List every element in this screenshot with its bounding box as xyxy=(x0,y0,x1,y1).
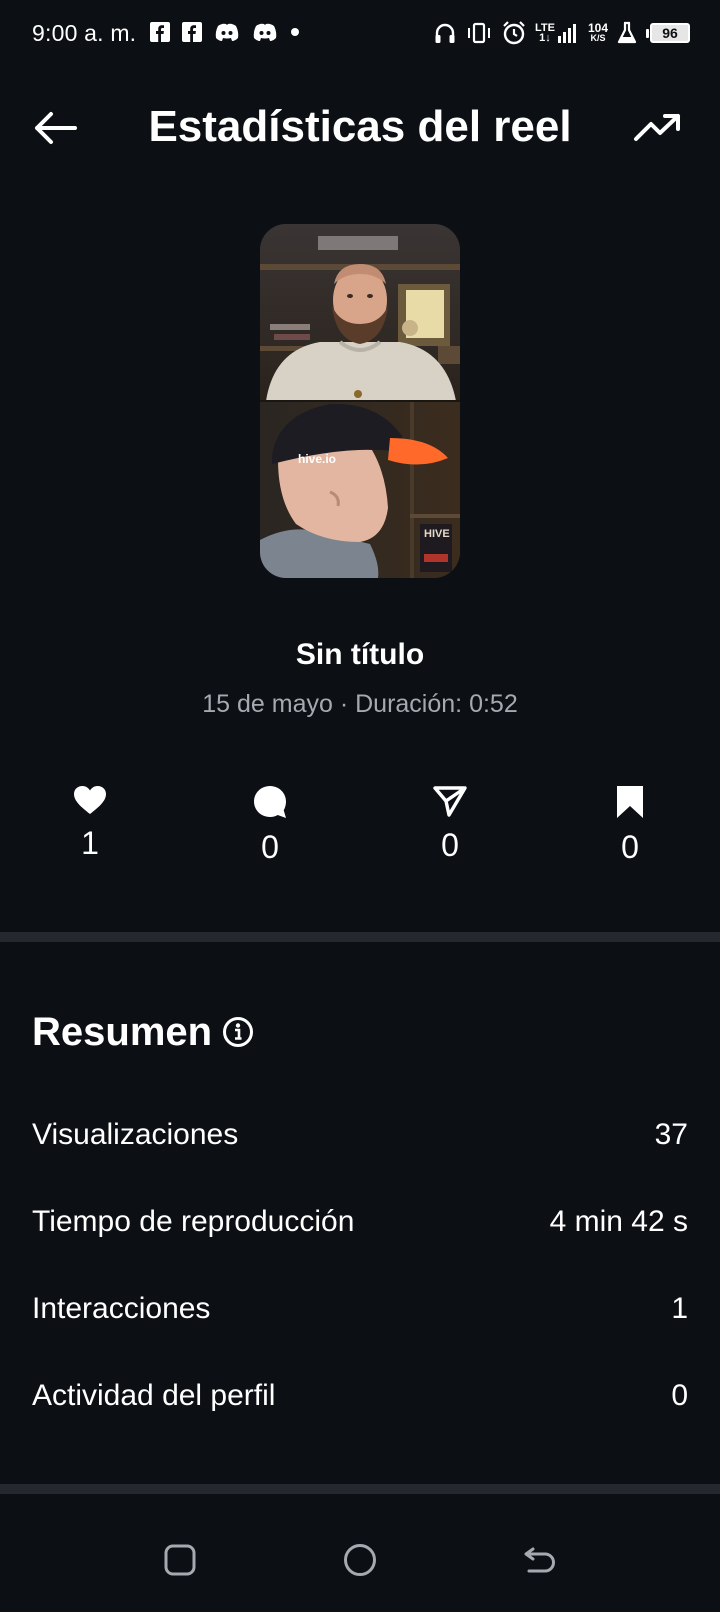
likes-count: 1 xyxy=(81,825,99,861)
section-divider xyxy=(0,1484,720,1494)
saves-metric[interactable]: 0 xyxy=(570,785,690,866)
summary-row-label: Interacciones xyxy=(32,1292,211,1325)
share-icon xyxy=(433,786,467,817)
status-time: 9:00 a. m. xyxy=(32,20,137,46)
status-bar: 9:00 a. m. LTE 1↓ 104 K/S 96 xyxy=(0,0,720,72)
battery-cap xyxy=(646,28,649,38)
summary-row-label: Visualizaciones xyxy=(32,1118,239,1151)
battery-indicator: 96 xyxy=(646,23,690,43)
shares-count: 0 xyxy=(441,827,459,863)
system-icons: LTE 1↓ 104 K/S 96 xyxy=(433,20,690,46)
reel-thumbnail-image: HIVE hive.io xyxy=(260,224,460,578)
comments-metric[interactable]: 0 xyxy=(210,785,330,866)
engagement-metrics: 1 0 0 0 xyxy=(0,785,720,885)
recent-apps-button[interactable] xyxy=(158,1538,202,1582)
square-icon xyxy=(164,1544,196,1576)
info-button[interactable] xyxy=(222,1016,254,1048)
app-header: Estadísticas del reel xyxy=(0,90,720,166)
bookmark-icon xyxy=(617,786,643,818)
summary-row-value: 37 xyxy=(654,1118,688,1151)
signal-icon xyxy=(557,24,576,43)
cap-logo-text: hive.io xyxy=(298,452,336,466)
summary-row-watch-time: Tiempo de reproducción 4 min 42 s xyxy=(32,1191,688,1251)
poster-text: HIVE xyxy=(424,528,450,540)
circle-icon xyxy=(344,1544,376,1576)
reel-meta: 15 de mayo · Duración: 0:52 xyxy=(202,690,518,718)
heart-icon xyxy=(74,786,106,814)
network-indicator: LTE 1↓ xyxy=(535,23,576,44)
comments-count: 0 xyxy=(261,829,279,865)
summary-row-label: Actividad del perfil xyxy=(32,1379,276,1412)
summary-row-interactions[interactable]: Interacciones 1 xyxy=(32,1278,688,1338)
vibrate-icon xyxy=(468,22,490,44)
summary-row-label: Tiempo de reproducción xyxy=(32,1205,355,1238)
summary-row-value: 0 xyxy=(671,1379,688,1412)
page-title: Estadísticas del reel xyxy=(148,102,572,151)
likes-metric[interactable]: 1 xyxy=(30,785,150,862)
headphones-icon xyxy=(435,23,455,43)
more-notifications-dot-icon xyxy=(291,28,299,36)
speed-value: 104 xyxy=(587,21,608,35)
trend-button[interactable] xyxy=(632,108,684,148)
notification-icons xyxy=(150,22,300,42)
comment-icon xyxy=(254,786,286,818)
discord-icon xyxy=(215,23,239,41)
summary-row-value: 1 xyxy=(671,1292,688,1325)
network-sub-label: 1↓ xyxy=(539,32,551,44)
reel-title: Sin título xyxy=(295,638,425,671)
discord-icon xyxy=(253,23,277,41)
flask-icon xyxy=(617,21,637,44)
summary-row-value: 4 min 42 s xyxy=(549,1205,688,1238)
saves-count: 0 xyxy=(621,829,639,865)
shares-metric[interactable]: 0 xyxy=(390,785,510,864)
speed-unit: K/S xyxy=(590,33,606,43)
section-divider xyxy=(0,932,720,942)
home-button[interactable] xyxy=(338,1538,382,1582)
back-nav-button[interactable] xyxy=(518,1538,562,1582)
summary-title: Resumen xyxy=(32,1010,213,1054)
reel-thumbnail[interactable]: HIVE hive.io xyxy=(260,224,460,578)
speed-indicator: 104 K/S xyxy=(587,21,608,43)
trending-up-icon xyxy=(634,114,680,141)
summary-row-views: Visualizaciones 37 xyxy=(32,1104,688,1164)
info-icon xyxy=(223,1017,253,1047)
summary-row-profile-activity[interactable]: Actividad del perfil 0 xyxy=(32,1365,688,1425)
facebook-icon xyxy=(182,22,202,42)
system-navigation-bar xyxy=(0,1494,720,1612)
battery-level: 96 xyxy=(650,23,690,43)
facebook-icon xyxy=(150,22,170,42)
back-arrow-icon xyxy=(524,1547,555,1573)
alarm-icon xyxy=(503,21,525,45)
